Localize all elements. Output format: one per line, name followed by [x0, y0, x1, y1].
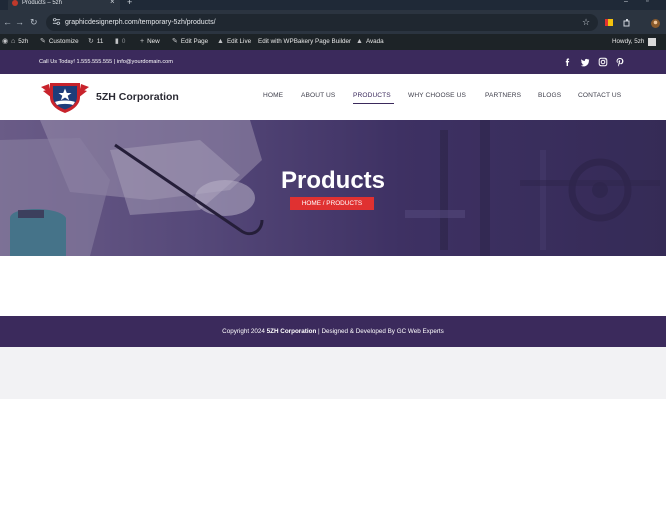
page-title: Products [280, 167, 385, 194]
address-bar[interactable]: graphicdesignerph.com/temporary-5zh/prod… [46, 14, 598, 31]
admin-avada-label: Avada [365, 38, 384, 45]
restore-icon[interactable]: ▫ [646, 0, 648, 5]
twitter-icon[interactable] [580, 57, 590, 67]
url-text[interactable]: graphicdesignerph.com/temporary-5zh/prod… [65, 14, 216, 31]
browser-window: Products – 5zh × + – ▫ ← → ↻ graphicdesi… [0, 0, 666, 532]
nav-item-partners[interactable]: PARTNERS [485, 90, 521, 102]
company-logo[interactable] [40, 80, 90, 114]
active-nav-indicator [353, 103, 394, 104]
admin-customize-link[interactable]: ✎ Customize [40, 34, 79, 50]
extension-flag-icon[interactable] [605, 19, 613, 26]
site-footer: Copyright 2024 5ZH Corporation | Designe… [0, 316, 666, 347]
admin-updates-count: 11 [96, 38, 104, 45]
admin-howdy-label: Howdy, 5zh [612, 38, 645, 45]
wp-admin-bar: ◉ ⌂ 5zh ✎ Customize ↻ 11 ▮ 0 + New ✎ Edi… [0, 34, 666, 50]
breadcrumb[interactable]: HOME / PRODUCTS [290, 197, 374, 210]
copyright-company: 5ZH Corporation [266, 328, 317, 335]
plus-icon: + [140, 38, 145, 45]
admin-wpbakery-label: Edit with WPBakery Page Builder [258, 38, 352, 45]
back-icon[interactable]: ← [3, 17, 12, 27]
admin-account-menu[interactable]: Howdy, 5zh [612, 34, 644, 50]
forward-icon[interactable]: → [15, 17, 24, 27]
nav-item-contact-us[interactable]: CONTACT US [578, 90, 621, 102]
admin-new-label: New [147, 38, 160, 45]
nav-item-home[interactable]: HOME [263, 90, 283, 102]
admin-avatar[interactable] [648, 38, 656, 46]
browser-tab[interactable]: Products – 5zh [8, 0, 120, 10]
admin-new-link[interactable]: + New [140, 34, 160, 50]
admin-edit-live-label: Edit Live [226, 38, 252, 45]
nav-item-products[interactable]: PRODUCTS [353, 90, 391, 102]
admin-edit-page-label: Edit Page [180, 38, 209, 45]
updates-icon: ↻ [88, 38, 94, 45]
avada-icon: ▲ [217, 38, 224, 45]
profile-avatar[interactable] [651, 19, 660, 28]
minimize-icon[interactable]: – [624, 0, 628, 5]
top-info-bar: Call Us Today! 1.555.555.555 | info@your… [0, 50, 666, 74]
new-tab-icon[interactable]: + [127, 0, 132, 7]
pencil-icon: ✎ [172, 38, 178, 45]
instagram-icon[interactable] [598, 57, 608, 67]
dashboard-icon: ⌂ [11, 38, 16, 45]
nav-item-why-choose-us[interactable]: WHY CHOOSE US [408, 90, 466, 102]
avada-icon: ▲ [356, 38, 363, 45]
admin-customize-label: Customize [48, 38, 79, 45]
wp-logo-menu[interactable]: ◉ [2, 34, 11, 50]
pinterest-icon[interactable] [615, 57, 625, 67]
admin-comments-count: 0 [121, 38, 126, 45]
tab-title: Products – 5zh [22, 0, 63, 6]
tab-strip: Products – 5zh × + – ▫ [0, 0, 666, 10]
admin-comments-link[interactable]: ▮ 0 [115, 34, 125, 50]
nav-item-blogs[interactable]: BLOGS [538, 90, 561, 102]
comment-icon: ▮ [115, 38, 119, 45]
copyright-suffix: | Designed & Developed By GC Web Experts [316, 328, 444, 335]
site-info-icon[interactable] [52, 17, 61, 26]
admin-site-link[interactable]: ⌂ 5zh [11, 34, 28, 50]
admin-site-label: 5zh [18, 38, 29, 45]
admin-edit-page-link[interactable]: ✎ Edit Page [172, 34, 208, 50]
brush-icon: ✎ [40, 38, 46, 45]
contact-info: Call Us Today! 1.555.555.555 | info@your… [39, 59, 173, 65]
nav-item-about-us[interactable]: ABOUT US [301, 90, 335, 102]
facebook-icon[interactable] [563, 57, 573, 67]
copyright-prefix: Copyright 2024 [222, 328, 267, 335]
close-tab-icon[interactable]: × [110, 0, 115, 7]
bookmark-star-icon[interactable]: ☆ [582, 14, 590, 31]
admin-edit-live-link[interactable]: ▲ Edit Live [217, 34, 251, 50]
wordpress-icon: ◉ [2, 38, 9, 45]
admin-updates-link[interactable]: ↻ 11 [88, 34, 103, 50]
site-favicon-icon [12, 0, 18, 6]
admin-wpbakery-link[interactable]: Edit with WPBakery Page Builder [258, 34, 351, 50]
admin-avada-link[interactable]: ▲ Avada [356, 34, 384, 50]
reload-icon[interactable]: ↻ [30, 17, 38, 27]
page-bottom-band [0, 347, 666, 399]
brand-name[interactable]: 5ZH Corporation [96, 89, 179, 105]
extensions-puzzle-icon[interactable] [623, 19, 631, 27]
